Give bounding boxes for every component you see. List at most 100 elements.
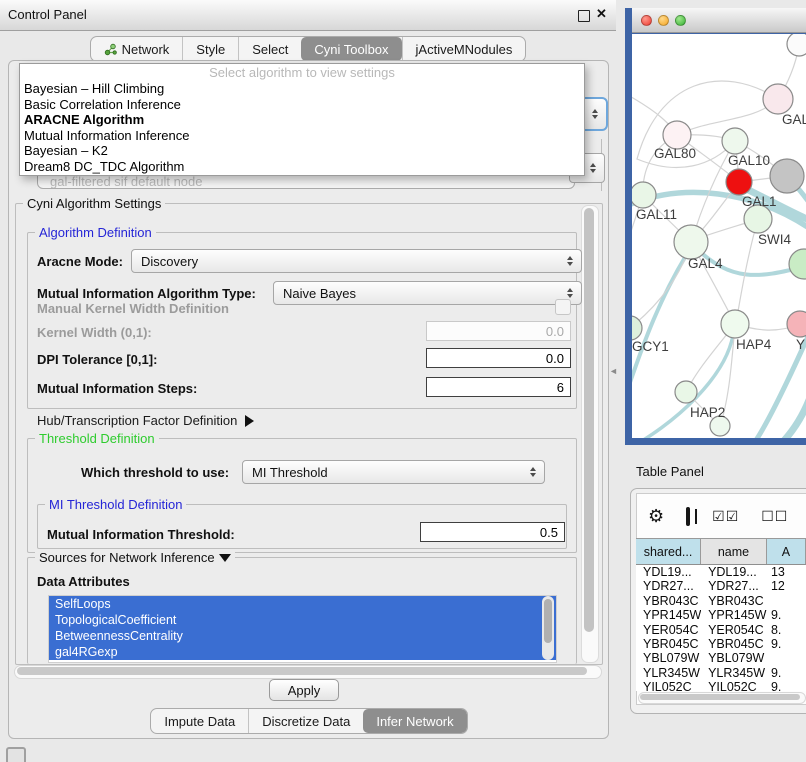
network-node[interactable] bbox=[632, 182, 656, 208]
apply-button[interactable]: Apply bbox=[269, 679, 339, 701]
table-rows: YDL19...YDL19...13YDR27...YDR27...12YBR0… bbox=[636, 565, 806, 691]
data-attributes-list[interactable]: SelfLoopsTopologicalCoefficientBetweenne… bbox=[48, 595, 557, 663]
table-cell: YBL079W bbox=[636, 651, 701, 665]
float-window-icon[interactable] bbox=[578, 10, 590, 22]
network-node[interactable] bbox=[789, 249, 806, 279]
table-row[interactable]: YBR045CYBR045C9. bbox=[636, 637, 806, 651]
network-node[interactable] bbox=[726, 169, 752, 195]
table-cell: YBR045C bbox=[636, 637, 701, 651]
tab-discretize-data[interactable]: Discretize Data bbox=[248, 709, 363, 733]
hub-section-label: Hub/Transcription Factor Definition bbox=[37, 413, 237, 428]
tab-cyni-toolbox[interactable]: Cyni Toolbox bbox=[301, 37, 401, 61]
algorithm-option[interactable]: Bayesian – K2 bbox=[20, 143, 584, 159]
gear-icon[interactable]: ⚙ bbox=[648, 507, 664, 525]
network-node[interactable] bbox=[787, 311, 806, 337]
settings-scrollbar-thumb[interactable] bbox=[584, 208, 594, 632]
network-node[interactable] bbox=[675, 381, 697, 403]
bottom-tabbar: Impute Data Discretize Data Infer Networ… bbox=[9, 708, 609, 734]
columns-icon[interactable] bbox=[686, 507, 690, 526]
algorithm-option[interactable]: ARACNE Algorithm bbox=[20, 112, 584, 128]
data-attribute-item[interactable]: BetweennessCentrality bbox=[49, 628, 556, 644]
table-row[interactable]: YIL052CYIL052C9. bbox=[636, 680, 806, 691]
table-row[interactable]: YLR345WYLR345W9. bbox=[636, 666, 806, 680]
table-row[interactable]: YBR043CYBR043C bbox=[636, 594, 806, 608]
network-node[interactable] bbox=[763, 84, 793, 114]
network-edge[interactable] bbox=[632, 246, 692, 394]
algorithm-option[interactable]: Dream8 DC_TDC Algorithm bbox=[20, 159, 584, 175]
collapse-arrow-icon bbox=[219, 554, 231, 562]
panel-resize-handle[interactable]: ◄ bbox=[609, 366, 618, 376]
which-threshold-value: MI Threshold bbox=[252, 465, 328, 480]
table-row[interactable]: YDL19...YDL19...13 bbox=[636, 565, 806, 579]
tab-label: Select bbox=[252, 42, 288, 57]
network-node[interactable] bbox=[744, 205, 772, 233]
mi-type-combo[interactable]: Naive Bayes bbox=[273, 281, 582, 305]
hub-section-toggle[interactable]: Hub/Transcription Factor Definition bbox=[37, 413, 254, 428]
tab-select[interactable]: Select bbox=[238, 37, 301, 61]
mi-steps-input[interactable] bbox=[426, 377, 571, 397]
close-icon[interactable]: ✕ bbox=[596, 6, 607, 22]
obscured-combo-text: gal-filtered sif default node bbox=[50, 174, 202, 189]
mi-threshold-input[interactable] bbox=[420, 522, 565, 542]
data-attribute-item[interactable]: SelfLoops bbox=[49, 596, 556, 612]
network-node[interactable] bbox=[787, 34, 806, 56]
table-row[interactable]: YBL079WYBL079W bbox=[636, 651, 806, 665]
table-cell: YPR145W bbox=[636, 608, 701, 622]
table-cell: 9. bbox=[767, 608, 806, 622]
tab-network[interactable]: Network bbox=[91, 37, 183, 61]
close-traffic-light-icon[interactable] bbox=[641, 15, 652, 26]
table-row[interactable]: YDR27...YDR27...12 bbox=[636, 579, 806, 593]
column-header[interactable]: name bbox=[701, 539, 767, 564]
tab-style[interactable]: Style bbox=[182, 37, 238, 61]
algorithm-option[interactable]: Mutual Information Inference bbox=[20, 128, 584, 144]
dpi-tolerance-label: DPI Tolerance [0,1]: bbox=[37, 352, 157, 367]
network-node[interactable] bbox=[722, 128, 748, 154]
network-node[interactable] bbox=[663, 121, 691, 149]
table-row[interactable]: YPR145WYPR145W9. bbox=[636, 608, 806, 622]
unchecked-checkboxes-icon[interactable]: ☐☐ bbox=[761, 508, 788, 525]
table-cell bbox=[767, 594, 806, 608]
table-cell: YBR043C bbox=[701, 594, 767, 608]
sources-legend[interactable]: Sources for Network Inference bbox=[35, 550, 235, 565]
data-attribute-item[interactable]: gal4RGexp bbox=[49, 644, 556, 660]
kernel-width-input[interactable] bbox=[426, 321, 571, 341]
tab-impute-data[interactable]: Impute Data bbox=[151, 709, 248, 733]
network-edge[interactable] bbox=[736, 219, 758, 323]
attributes-scrollbar-thumb[interactable] bbox=[544, 599, 552, 643]
table-hscrollbar-thumb[interactable] bbox=[640, 694, 800, 700]
which-threshold-combo[interactable]: MI Threshold bbox=[242, 460, 545, 484]
mi-threshold-label: Mutual Information Threshold: bbox=[47, 527, 235, 542]
settings-hscrollbar-thumb[interactable] bbox=[17, 667, 587, 675]
zoom-traffic-light-icon[interactable] bbox=[675, 15, 686, 26]
table: shared... name A YDL19...YDL19...13YDR27… bbox=[636, 538, 806, 691]
network-window-titlebar[interactable] bbox=[632, 8, 806, 33]
table-cell: 8. bbox=[767, 623, 806, 637]
data-attribute-item[interactable]: TopologicalCoefficient bbox=[49, 612, 556, 628]
network-edge[interactable] bbox=[677, 99, 778, 135]
table-cell: YIL052C bbox=[701, 680, 767, 691]
column-header[interactable]: A bbox=[767, 539, 806, 564]
network-edge[interactable] bbox=[770, 386, 806, 438]
table-cell: YDL19... bbox=[636, 565, 701, 579]
minimize-traffic-light-icon[interactable] bbox=[658, 15, 669, 26]
network-node[interactable] bbox=[770, 159, 804, 193]
manual-kernel-checkbox[interactable] bbox=[555, 299, 571, 315]
table-row[interactable]: YER054CYER054C8. bbox=[636, 623, 806, 637]
checked-checkboxes-icon[interactable]: ☑☑ bbox=[712, 508, 739, 525]
algorithm-option[interactable]: Basic Correlation Inference bbox=[20, 97, 584, 113]
network-node[interactable] bbox=[674, 225, 708, 259]
dpi-tolerance-input[interactable] bbox=[426, 348, 571, 368]
column-header[interactable]: shared... bbox=[636, 539, 701, 564]
table-cell: YDR27... bbox=[636, 579, 701, 593]
network-node[interactable] bbox=[721, 310, 749, 338]
aracne-mode-combo[interactable]: Discovery bbox=[131, 249, 582, 273]
network-canvas[interactable]: GAL7GAL80GAL10GAL1GAL11SWI4GAL4GCY1HAP4Y… bbox=[632, 34, 806, 438]
algorithm-option[interactable]: Bayesian – Hill Climbing bbox=[20, 81, 584, 97]
tab-jactivemnodules[interactable]: jActiveMNodules bbox=[402, 37, 526, 61]
collapsed-panel-icon[interactable] bbox=[6, 747, 26, 762]
network-node-label: GAL11 bbox=[636, 207, 677, 222]
network-node-label: GAL7 bbox=[782, 112, 806, 127]
table-cell: 9. bbox=[767, 666, 806, 680]
tab-infer-network[interactable]: Infer Network bbox=[363, 709, 466, 733]
control-panel-titlebar: Control Panel ✕ bbox=[0, 0, 616, 31]
